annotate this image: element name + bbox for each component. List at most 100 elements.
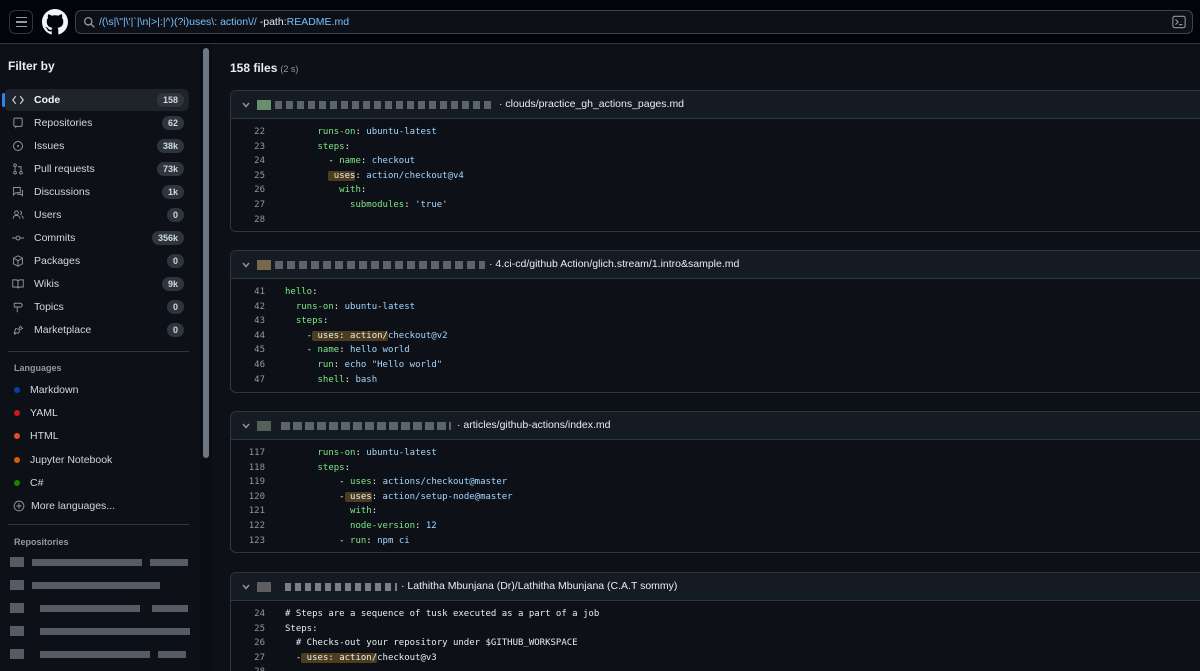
code-token: ubuntu-latest [366, 127, 437, 137]
filter-code[interactable]: Code 158 [2, 89, 189, 111]
command-palette-icon[interactable] [1172, 15, 1186, 29]
line-number[interactable]: 119 [237, 475, 265, 490]
code-token: : [360, 185, 367, 196]
more-languages-button[interactable]: More languages... [13, 500, 115, 512]
filter-topics[interactable]: Topics 0 [4, 296, 189, 318]
code-snippet: 117 runs-on: ubuntu-latest 118 steps: 119 … [231, 440, 1200, 548]
language-yaml[interactable]: YAML [14, 405, 58, 421]
line-number[interactable]: 27 [237, 198, 265, 213]
code-token: steps [285, 141, 345, 152]
line-number[interactable]: 24 [237, 607, 265, 622]
line-number[interactable]: 121 [237, 504, 265, 519]
filter-wikis[interactable]: Wikis 9k [4, 273, 189, 295]
filter-count: 73k [156, 162, 184, 176]
language-csharp[interactable]: C# [14, 475, 43, 491]
repository-item-redacted[interactable] [10, 603, 190, 615]
filter-packages[interactable]: Packages 0 [4, 250, 189, 272]
match-highlight: uses: action/ [312, 330, 388, 341]
line-number[interactable]: 117 [237, 446, 265, 461]
code-token: : [355, 170, 367, 181]
redacted-avatar [257, 582, 271, 592]
filter-commits[interactable]: Commits 356k [4, 227, 189, 249]
code-token: : [344, 141, 351, 152]
code-line: 122 node-version: 12 [231, 519, 1200, 534]
sidebar-scrollbar[interactable] [203, 48, 209, 458]
line-number[interactable]: 41 [237, 285, 265, 300]
redacted-text [40, 628, 190, 635]
filter-discussions[interactable]: Discussions 1k [4, 181, 189, 203]
line-number[interactable]: 28 [237, 665, 265, 671]
line-number[interactable]: 27 [237, 651, 265, 666]
repository-item-redacted[interactable] [10, 557, 190, 569]
code-token: - [285, 491, 345, 502]
chevron-down-icon[interactable] [241, 421, 251, 431]
result-file-path[interactable]: · Lathitha Mbunjana (Dr)/Lathitha Mbunja… [401, 580, 677, 592]
repo-icon [13, 117, 23, 129]
more-languages-label: More languages... [31, 500, 116, 512]
result-card-header[interactable]: · 4.ci-cd/github Action/glich.stream/1.i… [231, 251, 1200, 279]
code-token: steps [285, 316, 323, 327]
github-logo-icon[interactable] [42, 9, 68, 35]
result-file-path[interactable]: · 4.ci-cd/github Action/glich.stream/1.i… [489, 258, 739, 270]
redacted-avatar [257, 100, 271, 110]
filter-label: Issues [34, 140, 65, 152]
code-snippet: 22 runs-on: ubuntu-latest 23 steps: 24 - n… [231, 119, 1200, 227]
result-file-path[interactable]: · clouds/practice_gh_actions_pages.md [499, 98, 684, 110]
code-text: steps: [285, 461, 351, 476]
code-token: : [371, 477, 383, 488]
line-number[interactable]: 26 [237, 636, 265, 651]
repository-item-redacted[interactable] [10, 580, 190, 592]
code-token: - [285, 156, 340, 167]
result-card: · articles/github-actions/index.md 117 r… [230, 411, 1200, 553]
match-highlight: uses [328, 170, 356, 181]
language-markdown[interactable]: Markdown [14, 382, 78, 398]
code-token: uses [350, 477, 372, 488]
result-card-header[interactable]: · articles/github-actions/index.md [231, 412, 1200, 440]
line-number[interactable]: 123 [237, 534, 265, 549]
filter-users[interactable]: Users 0 [4, 204, 189, 226]
language-html[interactable]: HTML [14, 428, 59, 444]
code-text: shell: bash [285, 373, 378, 388]
search-query[interactable]: /(\s|\"|\'|`|\n|>|:|^)(?i)uses\: action\… [99, 16, 349, 28]
match-highlight: uses: action/ [301, 652, 378, 663]
book-icon [12, 279, 24, 289]
result-card-header[interactable]: · Lathitha Mbunjana (Dr)/Lathitha Mbunja… [231, 573, 1200, 601]
search-input[interactable]: /(\s|\"|\'|`|\n|>|:|^)(?i)uses\: action\… [75, 10, 1193, 34]
chevron-down-icon[interactable] [241, 100, 251, 110]
line-number[interactable]: 42 [237, 300, 265, 315]
line-number[interactable]: 44 [237, 329, 265, 344]
line-number[interactable]: 43 [237, 314, 265, 329]
line-number[interactable]: 47 [237, 373, 265, 388]
code-line: 24 # Steps are a sequence of tusk execute… [231, 607, 1200, 622]
filter-repositories[interactable]: Repositories 62 [4, 112, 189, 134]
line-number[interactable]: 28 [237, 213, 265, 228]
line-number[interactable]: 120 [237, 490, 265, 505]
repository-item-redacted[interactable] [10, 626, 190, 638]
language-jupyter-notebook[interactable]: Jupyter Notebook [14, 452, 112, 468]
code-token: runs-on [285, 301, 334, 312]
line-number[interactable]: 25 [237, 169, 265, 184]
code-token: hello [285, 287, 313, 297]
filter-issues[interactable]: Issues 38k [4, 135, 189, 157]
line-number[interactable]: 46 [237, 358, 265, 373]
line-number[interactable]: 22 [237, 125, 265, 140]
line-number[interactable]: 23 [237, 140, 265, 155]
chevron-down-icon[interactable] [241, 582, 251, 592]
hamburger-menu-button[interactable] [9, 10, 33, 34]
result-card-header[interactable]: · clouds/practice_gh_actions_pages.md [231, 91, 1200, 119]
line-number[interactable]: 45 [237, 343, 265, 358]
repository-item-redacted[interactable] [10, 649, 190, 661]
result-file-path[interactable]: · articles/github-actions/index.md [457, 419, 611, 431]
code-line: 43 steps: [231, 314, 1200, 329]
code-line: 25 Steps: [231, 622, 1200, 637]
chevron-down-icon[interactable] [241, 260, 251, 270]
line-number[interactable]: 26 [237, 183, 265, 198]
filter-count: 0 [166, 323, 184, 337]
line-number[interactable]: 122 [237, 519, 265, 534]
filter-marketplace[interactable]: Marketplace 0 [4, 319, 189, 341]
line-number[interactable]: 24 [237, 154, 265, 169]
filter-pull-requests[interactable]: Pull requests 73k [4, 158, 189, 180]
line-number[interactable]: 25 [237, 622, 265, 637]
language-color-dot [14, 387, 20, 393]
line-number[interactable]: 118 [237, 461, 265, 476]
